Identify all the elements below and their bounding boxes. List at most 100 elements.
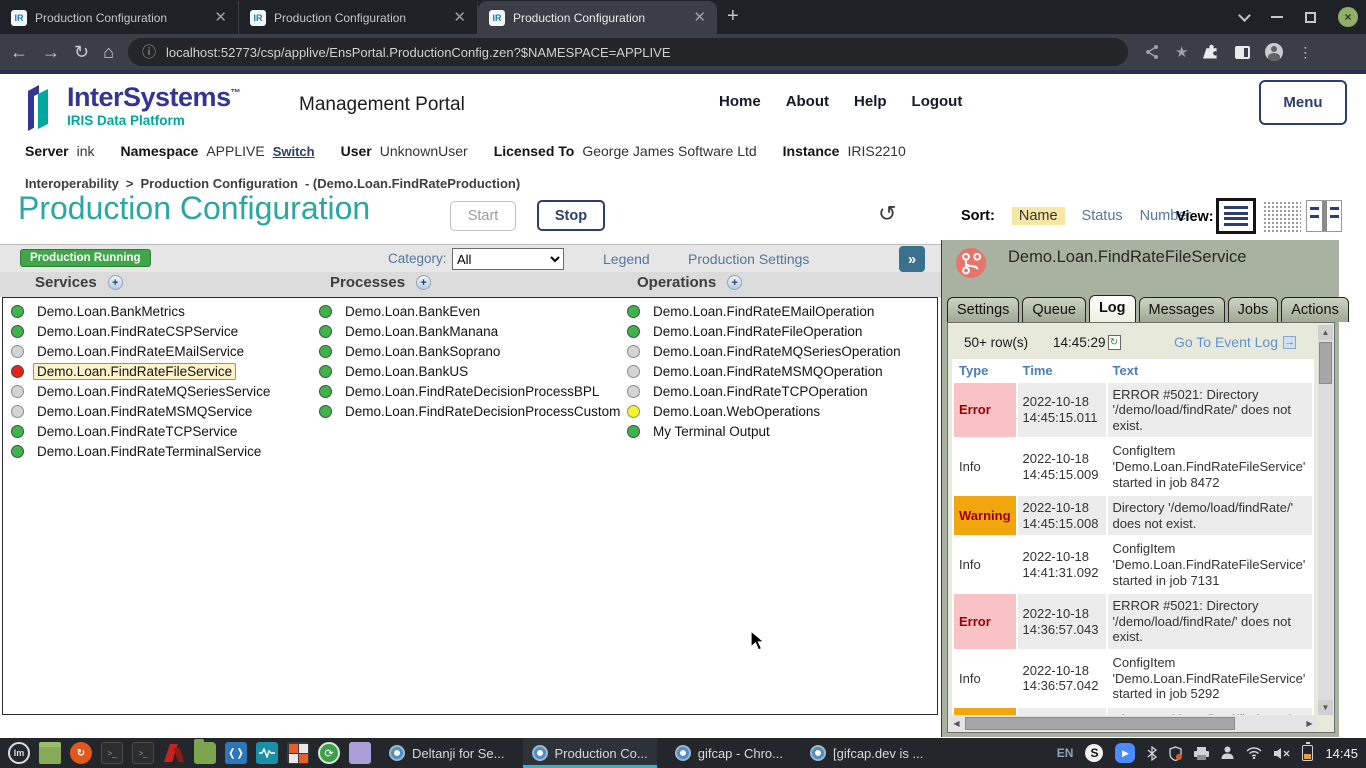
config-item-label[interactable]: Demo.Loan.FindRateDecisionProcessCustom	[341, 403, 624, 420]
vscode-icon[interactable]: ❬❭	[225, 742, 247, 764]
tab-close-icon[interactable]: ✕	[450, 10, 469, 25]
config-item-label[interactable]: Demo.Loan.BankEven	[341, 303, 484, 320]
log-row[interactable]: Error 2022-10-18 14:36:57.043 ERROR #502…	[954, 594, 1312, 649]
browser-tab[interactable]: IR Production Configuration ✕	[478, 1, 717, 34]
panel-tab[interactable]: Log	[1089, 295, 1136, 322]
config-item-label[interactable]: Demo.Loan.FindRateFileOperation	[649, 323, 866, 340]
masthead-nav-link[interactable]: Logout	[912, 93, 963, 110]
breadcrumb-page[interactable]: Production Configuration	[141, 176, 298, 191]
shield-icon[interactable]	[1169, 746, 1182, 761]
calculator-icon[interactable]	[287, 742, 309, 764]
add-operation-icon[interactable]: +	[727, 275, 742, 290]
reload-icon[interactable]: ↻	[74, 43, 89, 61]
config-item-label[interactable]: Demo.Loan.FindRateTCPService	[33, 423, 241, 440]
info-icon[interactable]: ⓘ	[142, 42, 156, 62]
mint-menu-icon[interactable]: lm	[8, 742, 30, 764]
config-item-label[interactable]: Demo.Loan.FindRateMQSeriesOperation	[649, 343, 905, 360]
status-dot[interactable]	[11, 405, 24, 418]
home-icon[interactable]: ⌂	[103, 43, 114, 61]
masthead-nav-link[interactable]: Home	[719, 93, 761, 110]
log-col-text[interactable]: Text	[1108, 361, 1312, 381]
browser-tab[interactable]: IR Production Configuration ✕	[239, 1, 478, 34]
status-dot[interactable]	[11, 385, 24, 398]
log-refresh-icon[interactable]: ↻	[1108, 335, 1121, 350]
config-item-label[interactable]: Demo.Loan.BankUS	[341, 363, 472, 380]
forward-icon[interactable]: →	[42, 43, 60, 61]
panel-tab[interactable]: Actions	[1281, 297, 1349, 322]
config-item-label[interactable]: Demo.Loan.WebOperations	[649, 403, 824, 420]
status-dot[interactable]	[11, 325, 24, 338]
browser-tab[interactable]: IR Production Configuration ✕	[0, 1, 239, 34]
panel-tab[interactable]: Jobs	[1228, 297, 1279, 322]
status-dot[interactable]	[627, 305, 640, 318]
start-button[interactable]: Start	[450, 201, 516, 231]
view-grid-icon[interactable]	[1263, 201, 1301, 232]
status-dot[interactable]	[11, 445, 24, 458]
minimize-icon[interactable]	[1271, 16, 1283, 18]
scroll-up-icon[interactable]: ▲	[1318, 325, 1333, 340]
zoom-icon[interactable]: ▶	[1115, 743, 1135, 763]
side-panel-icon[interactable]	[1235, 46, 1250, 59]
share-icon[interactable]	[1144, 44, 1160, 60]
status-dot[interactable]	[11, 425, 24, 438]
log-col-time[interactable]: Time	[1018, 361, 1106, 381]
printer-icon[interactable]	[1194, 747, 1209, 760]
config-item-label[interactable]: Demo.Loan.FindRateEMailOperation	[649, 303, 878, 320]
update-manager-icon[interactable]: ↻	[70, 742, 92, 764]
config-item-label[interactable]: Demo.Loan.FindRateMSMQOperation	[649, 363, 887, 380]
chevron-down-icon[interactable]	[1238, 9, 1251, 22]
status-dot[interactable]	[627, 365, 640, 378]
status-dot[interactable]	[319, 345, 332, 358]
extensions-puzzle-icon[interactable]	[1203, 44, 1220, 61]
config-item-label[interactable]: Demo.Loan.FindRateTCPOperation	[649, 383, 872, 400]
config-item-label[interactable]: Demo.Loan.FindRateTerminalService	[33, 443, 265, 460]
log-row[interactable]: Error 2022-10-18 14:45:15.011 ERROR #502…	[954, 383, 1312, 438]
close-window-icon[interactable]: ×	[1338, 7, 1358, 27]
language-indicator[interactable]: EN	[1057, 746, 1074, 760]
vertical-scrollbar[interactable]: ▲ ▼	[1318, 325, 1333, 715]
log-col-type[interactable]: Type	[954, 361, 1016, 381]
add-service-icon[interactable]: +	[108, 275, 123, 290]
back-icon[interactable]: ←	[10, 43, 28, 61]
address-bar[interactable]: ⓘ localhost:52773/csp/applive/EnsPortal.…	[128, 38, 1128, 66]
horizontal-scrollbar[interactable]: ◀ ▶	[949, 716, 1317, 731]
status-dot[interactable]	[627, 425, 640, 438]
log-row[interactable]: Info 2022-10-18 14:45:15.009 ConfigItem …	[954, 439, 1312, 494]
config-item-label[interactable]: Demo.Loan.BankMetrics	[33, 303, 189, 320]
config-item-label[interactable]: Demo.Loan.FindRateEMailService	[33, 343, 248, 360]
breadcrumb-section[interactable]: Interoperability	[25, 176, 119, 191]
skype-icon[interactable]: S	[1085, 744, 1103, 762]
taskbar-window-button[interactable]: Production Co...	[523, 738, 657, 768]
scroll-down-icon[interactable]: ▼	[1318, 700, 1333, 715]
refresh-icon[interactable]: ↻	[878, 201, 896, 227]
masthead-nav-link[interactable]: About	[786, 93, 829, 110]
status-dot[interactable]	[11, 345, 24, 358]
config-item-label[interactable]: Demo.Loan.FindRateMSMQService	[33, 403, 256, 420]
expand-panel-button[interactable]: »	[899, 246, 925, 272]
status-dot[interactable]	[627, 405, 640, 418]
sort-option[interactable]: Status	[1082, 208, 1123, 224]
status-dot[interactable]	[11, 365, 24, 378]
battery-icon[interactable]	[1302, 745, 1313, 761]
sort-option[interactable]: Name	[1012, 207, 1065, 225]
scroll-left-icon[interactable]: ◀	[949, 716, 964, 731]
media-recorder-icon[interactable]	[256, 742, 278, 764]
terminal-icon[interactable]: >_	[101, 742, 123, 764]
terminal-root-icon[interactable]: >_	[132, 742, 154, 764]
config-item-label[interactable]: My Terminal Output	[649, 423, 774, 440]
status-dot[interactable]	[319, 365, 332, 378]
status-dot[interactable]	[319, 405, 332, 418]
config-item-label[interactable]: Demo.Loan.BankManana	[341, 323, 502, 340]
view-split-icon[interactable]	[1306, 200, 1342, 232]
log-row[interactable]: Warning 2022-10-18 14:45:15.008 Director…	[954, 496, 1312, 535]
panel-tab[interactable]: Messages	[1139, 297, 1225, 322]
status-dot[interactable]	[627, 345, 640, 358]
config-item-label[interactable]: Demo.Loan.BankSoprano	[341, 343, 504, 360]
wifi-icon[interactable]	[1246, 747, 1262, 759]
restore-icon[interactable]	[1305, 12, 1316, 23]
file-manager-icon[interactable]	[194, 742, 216, 764]
taskbar-window-button[interactable]: gifcap - Chro...	[666, 738, 792, 768]
view-list-icon[interactable]	[1216, 198, 1256, 234]
production-settings-link[interactable]: Production Settings	[688, 251, 809, 267]
volume-muted-icon[interactable]	[1274, 747, 1290, 760]
